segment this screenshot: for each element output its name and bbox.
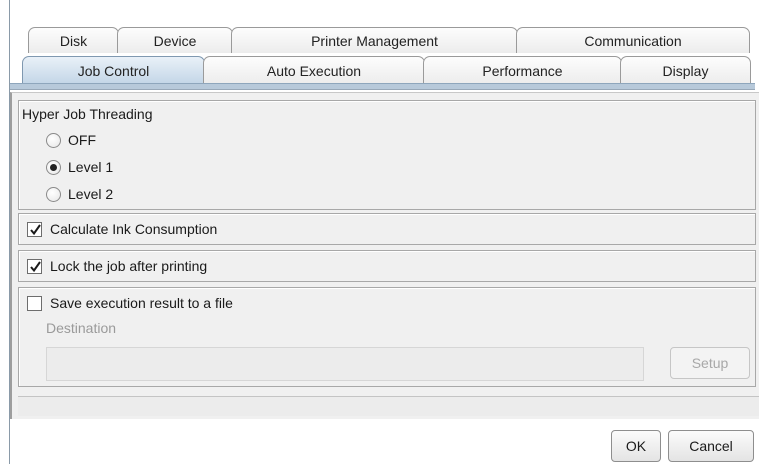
radio-level-2[interactable]: Level 2 — [46, 186, 113, 202]
tab-label: Printer Management — [311, 32, 438, 49]
lock-job-label: Lock the job after printing — [50, 258, 208, 274]
tab-label: Auto Execution — [266, 62, 362, 79]
tab-communication[interactable]: Communication — [516, 27, 750, 53]
tab-disk[interactable]: Disk — [28, 27, 119, 53]
destination-field[interactable] — [46, 347, 644, 381]
radio-label: Level 1 — [68, 159, 114, 175]
calculate-ink-checkbox-row[interactable]: Calculate Ink Consumption — [27, 221, 217, 237]
calculate-ink-checkbox[interactable] — [27, 221, 42, 237]
check-icon — [30, 260, 41, 272]
lock-job-checkbox[interactable] — [27, 258, 42, 274]
check-icon — [30, 223, 41, 235]
panel-bottom-strip — [18, 396, 759, 416]
radio-button[interactable] — [46, 159, 61, 175]
tab-label: Disk — [59, 32, 88, 49]
hyper-job-threading-title: Hyper Job Threading — [22, 106, 153, 122]
save-result-checkbox[interactable] — [27, 295, 42, 311]
radio-label: OFF — [68, 132, 96, 148]
tab-performance[interactable]: Performance — [423, 56, 622, 84]
radio-button[interactable] — [46, 132, 61, 148]
destination-label: Destination — [46, 320, 117, 336]
tab-label: Device — [153, 32, 197, 49]
tab-device[interactable]: Device — [117, 27, 233, 53]
tab-label: Display — [662, 62, 709, 79]
radio-level-1[interactable]: Level 1 — [46, 159, 113, 175]
save-result-label: Save execution result to a file — [50, 295, 233, 311]
radio-button[interactable] — [46, 186, 61, 202]
lock-job-checkbox-row[interactable]: Lock the job after printing — [27, 258, 207, 274]
ok-button[interactable]: OK — [611, 430, 661, 462]
calculate-ink-label: Calculate Ink Consumption — [50, 221, 218, 237]
tab-label: Communication — [584, 32, 682, 49]
tab-display[interactable]: Display — [620, 56, 751, 84]
tab-auto-execution[interactable]: Auto Execution — [203, 56, 425, 84]
save-result-checkbox-row[interactable]: Save execution result to a file — [27, 295, 233, 311]
radio-off[interactable]: OFF — [46, 132, 96, 148]
tab-printer-management[interactable]: Printer Management — [231, 27, 518, 53]
cancel-button[interactable]: Cancel — [668, 430, 754, 462]
tab-strip-divider — [10, 83, 755, 90]
tab-label: Job Control — [77, 62, 150, 79]
radio-label: Level 2 — [68, 186, 114, 202]
tab-job-control[interactable]: Job Control — [22, 56, 205, 84]
setup-button[interactable]: Setup — [670, 347, 750, 379]
radio-dot-icon — [50, 163, 57, 171]
settings-dialog: Disk Device Printer Management Communica… — [0, 0, 759, 464]
tab-label: Performance — [482, 62, 563, 79]
